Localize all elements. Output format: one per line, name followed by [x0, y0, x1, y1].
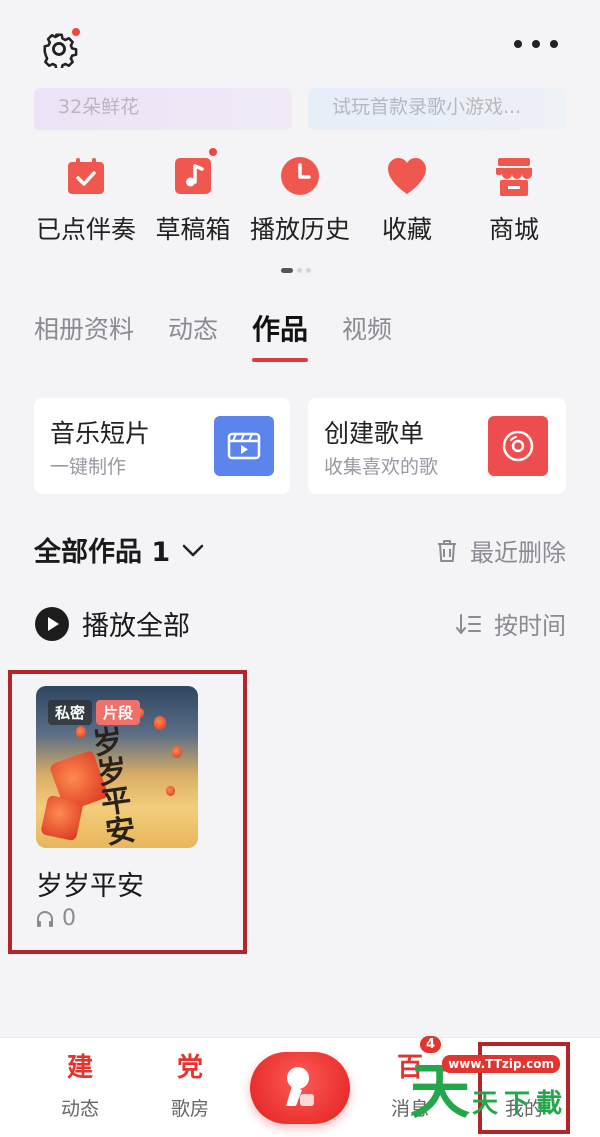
- card-title: 创建歌单: [324, 419, 425, 448]
- recently-deleted-label: 最近删除: [470, 539, 566, 567]
- watermark-url: www.TTzip.com: [442, 1055, 560, 1073]
- gear-icon: [43, 33, 78, 71]
- quick-item-label: 已点伴奏: [35, 215, 136, 244]
- all-works-label: 全部作品 1: [34, 537, 171, 568]
- work-title: 岁岁平安: [36, 871, 144, 902]
- nav-rooms[interactable]: 党 歌房: [150, 1048, 230, 1121]
- notification-dot: [72, 28, 80, 36]
- private-tag: 私密: [48, 700, 93, 725]
- more-dots-icon: [514, 40, 522, 48]
- create-playlist-card[interactable]: 创建歌单 收集喜欢的歌: [308, 398, 566, 494]
- top-bar: [0, 0, 600, 90]
- nav-label: 歌房: [170, 1098, 209, 1120]
- banner-game[interactable]: 试玩首款录歌小游戏...: [308, 88, 566, 130]
- quick-actions: 已点伴奏 草稿箱 播放历史 收藏 商城: [0, 148, 600, 260]
- sort-icon: [456, 613, 481, 634]
- microphone-icon: [286, 1067, 314, 1106]
- tab-feed[interactable]: 动态: [168, 308, 218, 356]
- play-count: 0: [36, 906, 76, 931]
- quick-item-favorites[interactable]: 收藏: [347, 150, 467, 246]
- card-subtitle: 收集喜欢的歌: [324, 456, 439, 478]
- heart-icon: [385, 154, 429, 198]
- record-button[interactable]: [250, 1052, 350, 1124]
- chevron-down-icon: [182, 544, 204, 556]
- video-clip-icon: [214, 416, 274, 476]
- music-note-icon: [171, 148, 217, 198]
- settings-button[interactable]: [40, 28, 80, 71]
- clip-tag: 片段: [96, 700, 141, 725]
- tab-profile[interactable]: 相册资料: [34, 308, 134, 356]
- all-works-dropdown[interactable]: 全部作品 1: [34, 530, 206, 569]
- sort-by-time-button[interactable]: 按时间: [456, 606, 566, 641]
- card-title: 音乐短片: [50, 419, 151, 448]
- tab-videos[interactable]: 视频: [342, 308, 392, 356]
- store-icon: [492, 154, 536, 198]
- play-circle-icon: [35, 606, 69, 641]
- quick-item-store[interactable]: 商城: [454, 150, 574, 246]
- play-all-button[interactable]: 播放全部: [34, 604, 190, 643]
- quick-item-label: 草稿箱: [155, 215, 231, 244]
- tab-works[interactable]: 作品: [252, 308, 309, 362]
- notification-dot: [209, 148, 217, 156]
- sort-label: 按时间: [494, 612, 566, 640]
- music-clip-card[interactable]: 音乐短片 一键制作: [34, 398, 290, 494]
- quick-item-label: 商城: [488, 215, 539, 244]
- quick-item-label: 播放历史: [249, 215, 350, 244]
- bottom-nav: 建 动态 党 歌房 百4 消息 我的 天 www.TTzip.com 天下載: [0, 1036, 600, 1137]
- card-subtitle: 一键制作: [50, 456, 127, 478]
- quick-item-drafts[interactable]: 草稿箱: [133, 148, 253, 246]
- feed-icon: 建: [66, 1053, 93, 1083]
- quick-item-accompaniment[interactable]: 已点伴奏: [26, 150, 146, 246]
- watermark: 天 www.TTzip.com 天下載: [410, 1039, 580, 1127]
- quick-item-history[interactable]: 播放历史: [240, 150, 360, 246]
- work-cover: 岁岁平安 私密 片段: [36, 686, 198, 848]
- work-item[interactable]: 岁岁平安 私密 片段 岁岁平安 0: [8, 670, 247, 954]
- cover-calligraphy: 岁岁平安: [84, 724, 137, 848]
- play-count-value: 0: [62, 906, 76, 931]
- trash-icon: [438, 539, 456, 562]
- page-indicator: [281, 268, 311, 273]
- nav-feed[interactable]: 建 动态: [40, 1048, 120, 1121]
- headphones-icon: [37, 910, 53, 927]
- recently-deleted-button[interactable]: 最近删除: [436, 533, 566, 568]
- rooms-icon: 党: [176, 1053, 203, 1083]
- quick-item-label: 收藏: [381, 215, 432, 244]
- profile-tabs: 相册资料 动态 作品 视频: [34, 308, 426, 368]
- disc-icon: [488, 416, 548, 476]
- watermark-text: 天下載: [472, 1089, 569, 1119]
- nav-label: 动态: [60, 1098, 99, 1120]
- banner-flowers[interactable]: 32朵鲜花: [34, 88, 292, 130]
- more-button[interactable]: [514, 36, 558, 52]
- checklist-icon: [64, 154, 108, 198]
- clock-icon: [278, 154, 322, 198]
- play-all-label: 播放全部: [82, 611, 190, 642]
